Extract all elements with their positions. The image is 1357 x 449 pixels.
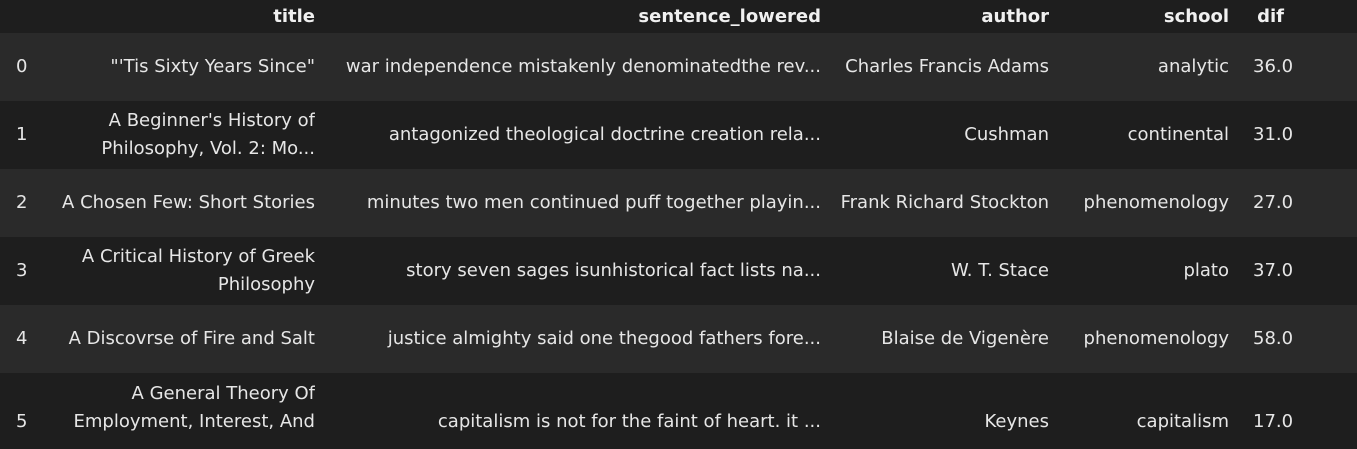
cell-school: capitalism <box>1057 373 1237 449</box>
cell-sentence-lowered: minutes two men continued puff together … <box>323 169 829 237</box>
table-row: 4 A Discovrse of Fire and Salt justice a… <box>0 305 1357 373</box>
cell-author-text: Blaise de Vigenère <box>881 328 1049 349</box>
cell-author-text: Cushman <box>964 124 1049 145</box>
row-index: 4 <box>0 305 44 373</box>
table-row: 3 A Critical History of Greek Philosophy… <box>0 237 1357 305</box>
cell-title-text: "'Tis Sixty Years Since" <box>110 56 315 77</box>
cell-spacer <box>1292 101 1357 169</box>
table-header: title sentence_lowered author school dif <box>0 0 1357 33</box>
cell-author-text: W. T. Stace <box>951 260 1049 281</box>
header-spacer <box>1292 0 1357 33</box>
cell-school: phenomenology <box>1057 169 1237 237</box>
dataframe-output: title sentence_lowered author school dif… <box>0 0 1357 449</box>
cell-author: Charles Francis Adams <box>829 33 1057 101</box>
row-index: 2 <box>0 169 44 237</box>
header-author: author <box>829 0 1057 33</box>
cell-author-text: Frank Richard Stockton <box>840 192 1049 213</box>
cell-title-text: A General Theory Of Employment, Interest… <box>73 382 315 449</box>
table-row: 2 A Chosen Few: Short Stories minutes tw… <box>0 169 1357 237</box>
row-index: 5 <box>0 373 44 449</box>
row-index: 0 <box>0 33 44 101</box>
cell-author: Blaise de Vigenère <box>829 305 1057 373</box>
cell-title: A Beginner's History of Philosophy, Vol.… <box>44 101 323 169</box>
cell-dif: 31.0 <box>1237 101 1292 169</box>
row-index: 3 <box>0 237 44 305</box>
cell-title: A General Theory Of Employment, Interest… <box>44 373 323 449</box>
header-school: school <box>1057 0 1237 33</box>
cell-title-text: A Chosen Few: Short Stories <box>62 192 315 213</box>
cell-author: Keynes <box>829 373 1057 449</box>
cell-title: A Discovrse of Fire and Salt <box>44 305 323 373</box>
cell-dif: 36.0 <box>1237 33 1292 101</box>
header-index <box>0 0 44 33</box>
cell-author: Frank Richard Stockton <box>829 169 1057 237</box>
header-sentence-lowered: sentence_lowered <box>323 0 829 33</box>
cell-spacer <box>1292 33 1357 101</box>
cell-spacer <box>1292 305 1357 373</box>
table-row: 1 A Beginner's History of Philosophy, Vo… <box>0 101 1357 169</box>
cell-dif: 58.0 <box>1237 305 1292 373</box>
header-dif: dif <box>1237 0 1292 33</box>
cell-sentence-lowered: war independence mistakenly denominatedt… <box>323 33 829 101</box>
table-row: 0 "'Tis Sixty Years Since" war independe… <box>0 33 1357 101</box>
cell-spacer <box>1292 373 1357 449</box>
cell-author: Cushman <box>829 101 1057 169</box>
row-index: 1 <box>0 101 44 169</box>
cell-title: A Critical History of Greek Philosophy <box>44 237 323 305</box>
cell-sentence-lowered: story seven sages isunhistorical fact li… <box>323 237 829 305</box>
cell-spacer <box>1292 169 1357 237</box>
cell-dif: 27.0 <box>1237 169 1292 237</box>
header-title: title <box>44 0 323 33</box>
cell-school: plato <box>1057 237 1237 305</box>
cell-spacer <box>1292 237 1357 305</box>
table-row: 5 A General Theory Of Employment, Intere… <box>0 373 1357 449</box>
cell-author-text: Charles Francis Adams <box>845 56 1049 77</box>
cell-sentence-lowered: antagonized theological doctrine creatio… <box>323 101 829 169</box>
table-body: 0 "'Tis Sixty Years Since" war independe… <box>0 33 1357 449</box>
cell-title-text: A Discovrse of Fire and Salt <box>68 328 315 349</box>
cell-author: W. T. Stace <box>829 237 1057 305</box>
cell-school: analytic <box>1057 33 1237 101</box>
cell-title: A Chosen Few: Short Stories <box>44 169 323 237</box>
cell-sentence-lowered: capitalism is not for the faint of heart… <box>323 373 829 449</box>
dataframe-table: title sentence_lowered author school dif… <box>0 0 1357 449</box>
cell-school: phenomenology <box>1057 305 1237 373</box>
cell-dif: 17.0 <box>1237 373 1292 449</box>
cell-school: continental <box>1057 101 1237 169</box>
cell-title-text: A Critical History of Greek Philosophy <box>81 246 315 295</box>
cell-title: "'Tis Sixty Years Since" <box>44 33 323 101</box>
cell-title-text: A Beginner's History of Philosophy, Vol.… <box>101 110 315 159</box>
cell-author-text: Keynes <box>984 410 1050 432</box>
header-row: title sentence_lowered author school dif <box>0 0 1357 33</box>
cell-dif: 37.0 <box>1237 237 1292 305</box>
cell-sentence-lowered: justice almighty said one thegood father… <box>323 305 829 373</box>
